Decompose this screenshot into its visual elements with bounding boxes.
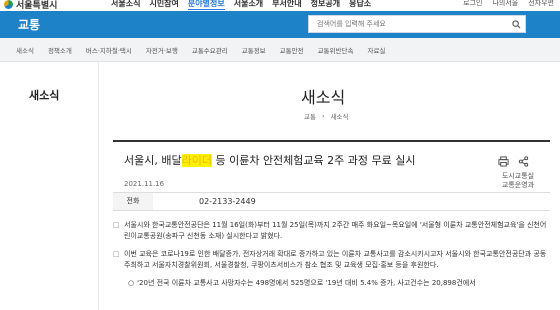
search-input[interactable] [309,20,507,28]
gnb-item-participation[interactable]: 시민참여 [149,0,178,10]
share-button[interactable] [518,152,529,171]
subnav-item-traffic-info[interactable]: 교통정보 [242,45,266,55]
logo-text: 서울특별시 [16,0,58,11]
article-title-start: 서울시, 배달 [124,154,182,167]
article-header: 서울시, 배달라이더 등 이륜차 안전체험교육 2주 과정 무료 실시 [113,140,550,175]
subnav-item-transit[interactable]: 버스·지하철·택시 [86,45,132,55]
bullet-square-icon: □ [113,221,120,229]
article-body: □ 서울시와 한국교통안전공단은 11월 16일(화)부터 11월 25일(목)… [113,220,550,289]
article-date: 2021.11.16 [124,180,165,188]
department-division: 교통운영과 [501,181,535,189]
paragraph-text: 이번 교육은 코로나19로 인한 배달증가, 전자상거래 확대로 증가하고 있는… [124,250,547,269]
department-office: 도시교통실 [501,172,535,180]
sub-nav: 새소식 정책소개 버스·지하철·택시 자전거·보행 교통수요관리 교통정보 교통… [0,38,560,62]
article-paragraph: □ 이번 교육은 코로나19로 인한 배달증가, 전자상거래 확대로 증가하고 … [113,249,550,271]
share-icon [518,156,529,167]
bullet-circle-icon: ○ [128,279,135,287]
section-title[interactable]: 교통 [18,16,40,33]
breadcrumb-item-traffic[interactable]: 교통 [304,111,316,121]
article-department: 도시교통실 교통운영과 [492,172,544,190]
subnav-item-archive[interactable]: 자료실 [367,45,385,55]
breadcrumb-separator-icon: › [321,112,325,120]
breadcrumb-item-news[interactable]: 새소식 [331,111,349,121]
gnb-item-departments[interactable]: 부서안내 [272,0,301,10]
phone-label: 전화 [113,193,153,210]
global-topbar: 서울특별시 서울소식 시민참여 분야별정보 서울소개 부서안내 정보공개 응답소… [0,0,560,11]
subnav-item-policy[interactable]: 정책소개 [48,45,72,55]
section-header: 교통 [0,11,560,38]
bullet-square-icon: □ [113,250,120,258]
gnb-item-news[interactable]: 서울소식 [111,0,140,10]
email-link[interactable]: 전자우편 [528,0,554,8]
seoul-logo[interactable]: 서울특별시 [4,0,58,11]
utility-links: 로그인 나의서울 전자우편 [463,0,554,8]
print-button[interactable] [498,152,509,171]
gnb-item-about-seoul[interactable]: 서울소개 [234,0,263,10]
phone-value: 02-2133-2449 [199,197,256,206]
search-box [308,15,526,33]
sub-item-text: '20년 전국 이륜차 교통사고 사망자수는 498명에서 525명으로 '19… [137,279,476,287]
contact-row: 전화 02-2133-2449 [113,192,550,211]
login-link[interactable]: 로그인 [463,0,482,8]
article-sub-item: ○ '20년 전국 이륜차 교통사고 사망자수는 498명에서 525명으로 '… [113,278,550,289]
article-title: 서울시, 배달라이더 등 이륜차 안전체험교육 2주 과정 무료 실시 [124,152,415,168]
breadcrumb: 교통 › 새소식 [304,111,349,121]
article-paragraph: □ 서울시와 한국교통안전공단은 11월 16일(화)부터 11월 25일(목)… [113,220,550,242]
print-icon [498,156,509,167]
search-button[interactable] [507,15,525,33]
left-divider [98,62,99,310]
search-icon [511,19,520,28]
global-nav: 서울소식 시민참여 분야별정보 서울소개 부서안내 정보공개 응답소 [111,0,371,10]
left-menu-title: 새소식 [29,89,60,102]
article-title-highlight: 라이더 [181,154,212,167]
subnav-item-news[interactable]: 새소식 [16,45,34,55]
page-title: 새소식 [301,88,346,107]
gnb-item-disclosure[interactable]: 정보공개 [311,0,340,10]
gnb-item-eungdapso[interactable]: 응답소 [349,0,371,10]
gnb-item-field-info[interactable]: 분야별정보 [187,0,225,10]
seoul-logo-icon [4,0,13,9]
subnav-item-bike-walk[interactable]: 자전거·보행 [146,45,178,55]
article-title-end: 등 이륜차 안전체험교육 2주 과정 무료 실시 [211,154,416,167]
my-seoul-link[interactable]: 나의서울 [492,0,518,8]
subnav-item-demand[interactable]: 교통수요관리 [192,45,228,55]
paragraph-text: 서울시와 한국교통안전공단은 11월 16일(화)부터 11월 25일(목)까지… [124,221,547,240]
article-tools [498,152,529,171]
subnav-item-safety[interactable]: 교통안전 [280,45,304,55]
subnav-item-enforcement[interactable]: 교통위반단속 [318,45,354,55]
